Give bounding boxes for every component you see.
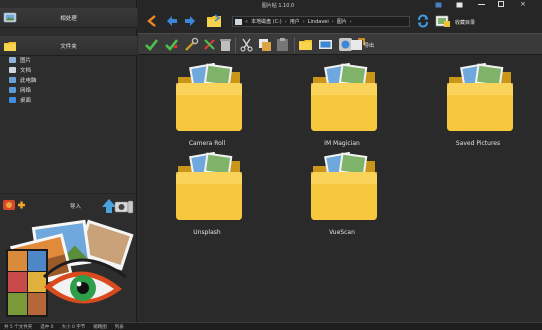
folder-with-photos-icon xyxy=(176,63,242,131)
folder-item-saved-pictures[interactable]: Saved Pictures xyxy=(433,63,523,153)
tree-item-label: 此电脑 xyxy=(20,78,37,84)
forward-arrow-icon[interactable] xyxy=(184,15,196,27)
status-bar: 共 5 个文件夹 选中 0 大小 0 字节 缩略图 列表 xyxy=(0,322,542,330)
status-folder-count: 共 5 个文件夹 xyxy=(4,324,33,330)
title-bar: 图片帖 1.10.0 × « 本地磁盘 (C:) › 用户 › Lindavei… xyxy=(138,0,542,33)
favorites-folder-icon xyxy=(435,15,450,27)
folder-item-vuescan[interactable]: VueScan xyxy=(297,152,387,242)
breadcrumb-item[interactable]: 图片 xyxy=(337,18,347,25)
folder-item-camera-roll[interactable]: Camera Roll xyxy=(162,63,252,153)
status-selected: 选中 0 xyxy=(40,324,54,330)
refresh-icon[interactable] xyxy=(416,14,430,28)
app-logo-collage xyxy=(6,219,134,317)
cut-icon[interactable] xyxy=(239,37,254,52)
paste-icon[interactable] xyxy=(275,37,290,52)
status-thumbnail[interactable]: 缩略图 xyxy=(89,324,111,330)
breadcrumb-separator: › xyxy=(284,18,287,25)
toolbar-separator xyxy=(235,37,236,53)
documents-icon xyxy=(9,67,16,73)
computer-icon xyxy=(9,77,16,83)
folder-name: Saved Pictures xyxy=(455,140,501,147)
back-arrow-icon[interactable] xyxy=(166,15,178,27)
breadcrumb-separator: « xyxy=(245,18,249,25)
folder-name: Unsplash xyxy=(193,229,221,236)
breadcrumb-item[interactable]: Lindavei xyxy=(308,19,329,25)
folder-item-im-magician[interactable]: IM Magician xyxy=(297,63,387,153)
tree-item-label: 桌面 xyxy=(20,98,32,104)
folder-item-unsplash[interactable]: Unsplash xyxy=(162,152,252,242)
tree-item-pictures[interactable]: 图片 xyxy=(0,55,137,65)
folder-name: IM Magician xyxy=(324,140,360,147)
delete-icon[interactable] xyxy=(218,37,233,52)
photo-process-button[interactable]: 相处理 xyxy=(0,8,137,28)
folder-with-photos-icon xyxy=(447,63,513,131)
tree-item-computer[interactable]: 此电脑 xyxy=(0,75,137,85)
tree-item-label: 图片 xyxy=(20,58,32,64)
folder-grid: Camera Roll IM Magician Saved Pictures U… xyxy=(139,55,542,322)
tree-item-network[interactable]: 网络 xyxy=(0,85,137,95)
add-photos-icon[interactable] xyxy=(2,197,26,213)
favorites-button[interactable]: 收藏目录 xyxy=(429,14,539,28)
tree-item-documents[interactable]: 文档 xyxy=(0,65,137,75)
export-icon[interactable] xyxy=(350,37,365,52)
toolbar-separator xyxy=(294,37,295,53)
copy-icon[interactable] xyxy=(257,37,272,52)
tree-item-label: 网络 xyxy=(20,88,32,94)
folder-name: Camera Roll xyxy=(188,140,226,147)
breadcrumb-separator: › xyxy=(331,18,334,25)
folder-tree: 图片 文档 此电脑 网络 桌面 xyxy=(0,55,137,105)
address-bar[interactable]: « 本地磁盘 (C:) › 用户 › Lindavei › 图片 › xyxy=(232,16,410,27)
folder-with-photos-icon xyxy=(311,63,377,131)
new-folder-icon[interactable] xyxy=(298,37,313,52)
favorites-label: 收藏目录 xyxy=(455,20,476,26)
folder-button[interactable]: 文件夹 xyxy=(0,36,137,56)
breadcrumb-separator: › xyxy=(302,18,305,25)
import-label: 导入 xyxy=(70,204,82,210)
import-row: 导入 xyxy=(0,193,137,215)
status-size: 大小 0 字节 xyxy=(61,324,86,330)
folder-name: VueScan xyxy=(329,229,355,236)
maximize-button[interactable] xyxy=(498,1,504,7)
status-list[interactable]: 列表 xyxy=(111,324,128,330)
edit-icon[interactable] xyxy=(202,37,217,52)
tree-item-desktop[interactable]: 桌面 xyxy=(0,95,137,105)
breadcrumb-item[interactable]: 用户 xyxy=(290,18,300,25)
folder-with-photos-icon xyxy=(176,152,242,220)
settings-icon[interactable] xyxy=(456,2,463,8)
breadcrumb-separator: › xyxy=(349,18,352,25)
sidebar: 相处理 文件夹 图片 文档 此电脑 网络 桌面 导入 xyxy=(0,0,137,322)
network-icon xyxy=(9,87,16,93)
folder-with-photos-icon xyxy=(311,152,377,220)
export-label[interactable]: 导出 xyxy=(364,42,374,49)
camera-import-icon[interactable] xyxy=(100,195,134,215)
computer-icon xyxy=(235,18,242,25)
slideshow-icon[interactable] xyxy=(318,37,333,52)
pictures-icon xyxy=(9,57,16,63)
folder-label: 文件夹 xyxy=(60,44,77,50)
browse-folder-icon[interactable] xyxy=(206,14,222,28)
window-title: 图片帖 1.10.0 xyxy=(261,3,295,9)
tree-item-label: 文档 xyxy=(20,68,32,74)
tools-icon[interactable] xyxy=(184,37,199,52)
close-button[interactable]: × xyxy=(520,0,526,8)
check-icon[interactable] xyxy=(144,37,159,52)
photo-process-label: 相处理 xyxy=(60,16,77,22)
up-arrow-icon[interactable] xyxy=(146,15,158,27)
toolbar: 导出 xyxy=(138,33,542,55)
breadcrumb-item[interactable]: 本地磁盘 (C:) xyxy=(251,18,282,25)
folder-small-icon[interactable] xyxy=(435,2,442,8)
minimize-button[interactable] xyxy=(478,4,485,5)
check-all-icon[interactable] xyxy=(164,37,179,52)
desktop-icon xyxy=(9,97,16,103)
